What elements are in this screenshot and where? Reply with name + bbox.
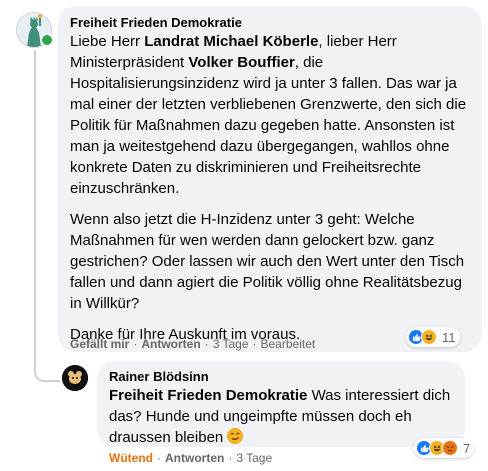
comment-actions-2: Wütend · Antworten · 3 Tage	[109, 451, 272, 465]
timestamp[interactable]: 3 Tage	[213, 337, 249, 351]
comment-author-2[interactable]: Rainer Blödsinn	[109, 368, 453, 385]
comment-actions-1: Gefällt mir · Antworten · 3 Tage · Bearb…	[70, 337, 315, 351]
haha-reaction-icon	[421, 329, 437, 345]
rat-avatar	[62, 365, 88, 391]
separator: ·	[228, 451, 233, 465]
text-span: , die Hospitalisierungsinzidenz wird ja …	[70, 54, 467, 197]
separator: ·	[204, 337, 209, 351]
comment-bubble-1: Freiheit Frieden Demokratie Liebe Herr L…	[58, 6, 482, 352]
mention-freiheit[interactable]: Freiheit Frieden Demokratie	[109, 387, 307, 404]
separator: ·	[133, 337, 138, 351]
thread-line-curve	[34, 368, 60, 382]
reaction-count-1: 11	[442, 329, 456, 345]
edited-label: Bearbeitet	[260, 337, 316, 351]
separator: ·	[252, 337, 257, 351]
reply-button[interactable]: Antworten	[165, 451, 224, 465]
comment-paragraph-2: Wenn also jetzt die H-Inzidenz unter 3 g…	[70, 211, 465, 312]
smirk-emoji-icon	[227, 428, 244, 444]
comment-text-1: Liebe Herr Landrat Michael Köberle, lieb…	[70, 31, 470, 345]
mention-bouffier[interactable]: Volker Bouffier	[188, 54, 294, 71]
angry-reaction-button[interactable]: Wütend	[109, 451, 153, 465]
reaction-summary-1[interactable]: 11	[406, 327, 460, 347]
reply-button[interactable]: Antworten	[141, 337, 200, 351]
online-status-icon	[40, 33, 54, 47]
mention-landrat[interactable]: Landrat Michael Köberle	[144, 33, 318, 50]
separator: ·	[157, 451, 161, 465]
reaction-summary-2[interactable]: 7	[414, 438, 475, 458]
like-button[interactable]: Gefällt mir	[70, 337, 129, 351]
thread-line-vertical	[34, 50, 36, 370]
angry-reaction-icon	[442, 440, 458, 456]
comment-author-1[interactable]: Freiheit Frieden Demokratie	[70, 14, 470, 31]
avatar-rainer[interactable]	[62, 365, 88, 391]
comment-bubble-2: Rainer Blödsinn Freiheit Frieden Demokra…	[97, 361, 465, 447]
comment-paragraph-1: Liebe Herr Landrat Michael Köberle, lieb…	[70, 31, 470, 199]
timestamp[interactable]: 3 Tage	[236, 451, 272, 465]
text-span: Liebe Herr	[70, 33, 145, 50]
reaction-count-2: 7	[463, 440, 471, 456]
comment-text-2: Freiheit Frieden Demokratie Was interess…	[109, 385, 453, 448]
